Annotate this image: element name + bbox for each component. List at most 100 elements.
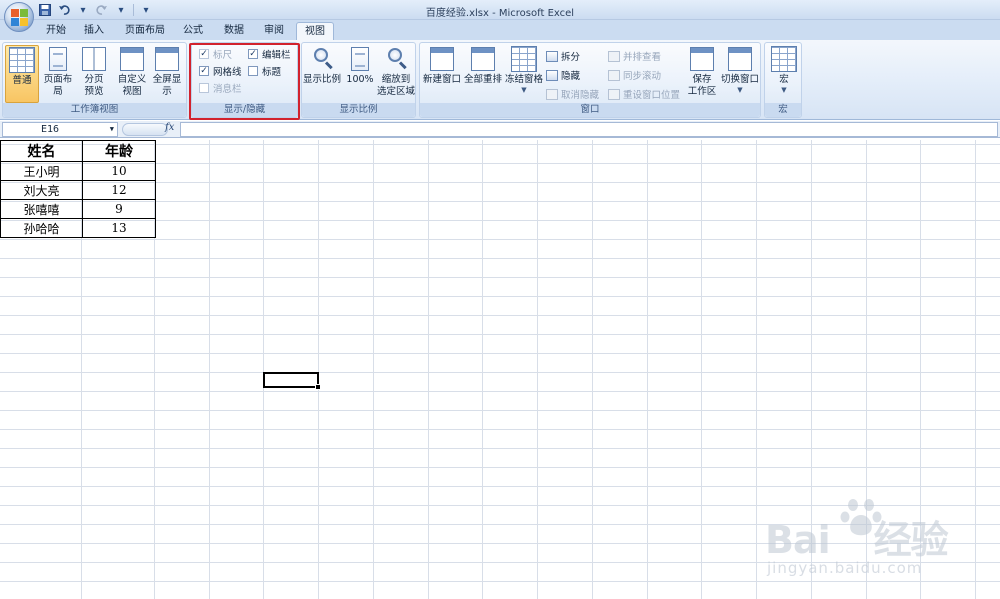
ribbon: 普通 页面布局 分页 预览 自定义 视图 全屏显示 工作簿视图 ✓ 标尺 ✓ 编… xyxy=(0,40,1000,120)
custom-views-button[interactable]: 自定义 视图 xyxy=(115,45,149,103)
zoom-button[interactable]: 显示比例 xyxy=(303,45,341,103)
cell[interactable]: 王小明 xyxy=(0,161,83,181)
side-by-side-button[interactable]: 并排查看 xyxy=(608,49,661,63)
group-label: 窗口 xyxy=(420,103,760,117)
insert-function-icon[interactable]: fx xyxy=(165,122,174,133)
sync-scroll-button[interactable]: 同步滚动 xyxy=(608,68,661,82)
table-row: 孙哈哈 13 xyxy=(0,218,156,238)
tab-insert[interactable]: 插入 xyxy=(76,22,112,40)
unhide-icon xyxy=(546,88,558,100)
switch-windows-icon xyxy=(728,47,752,71)
split-button[interactable]: 拆分 xyxy=(546,49,580,63)
split-icon xyxy=(546,50,558,62)
full-screen-icon xyxy=(155,47,179,71)
gridline xyxy=(209,140,210,599)
chevron-down-icon: ▼ xyxy=(781,86,787,94)
header-cell-age[interactable]: 年龄 xyxy=(82,140,156,162)
page-layout-view-button[interactable]: 页面布局 xyxy=(41,45,75,103)
zoom-100-button[interactable]: 100% xyxy=(343,45,377,103)
reset-position-icon xyxy=(608,88,620,100)
data-table: 姓名 年龄 王小明 10 刘大亮 12 张嘻嘻 9 孙哈哈 13 xyxy=(0,140,156,238)
zoom-selection-icon xyxy=(388,48,402,62)
group-label: 工作簿视图 xyxy=(3,103,186,117)
tab-page-layout[interactable]: 页面布局 xyxy=(117,22,173,40)
reset-window-position-button[interactable]: 重设窗口位置 xyxy=(608,87,680,101)
group-macros: 宏 ▼ 宏 xyxy=(764,42,802,118)
tab-home[interactable]: 开始 xyxy=(38,22,74,40)
macros-icon xyxy=(771,46,797,72)
sync-scroll-icon xyxy=(608,69,620,81)
office-logo-icon xyxy=(10,8,28,26)
cell[interactable]: 12 xyxy=(82,180,156,200)
cell[interactable]: 张嘻嘻 xyxy=(0,199,83,219)
group-zoom: 显示比例 100% 缩放到 选定区域 显示比例 xyxy=(301,42,416,118)
table-row: 张嘻嘻 9 xyxy=(0,199,156,219)
gridline xyxy=(428,140,429,599)
page-break-icon xyxy=(82,47,106,71)
hide-icon xyxy=(546,69,558,81)
cell[interactable]: 孙哈哈 xyxy=(0,218,83,238)
arrange-all-button[interactable]: 全部重排 xyxy=(463,45,503,103)
tab-view[interactable]: 视图 xyxy=(296,22,334,40)
active-cell-e16[interactable] xyxy=(263,372,321,390)
office-button[interactable] xyxy=(4,2,34,32)
gridline xyxy=(592,140,593,599)
zoom-100-icon xyxy=(351,47,369,71)
new-window-button[interactable]: 新建窗口 xyxy=(422,45,462,103)
switch-windows-button[interactable]: 切换窗口 ▼ xyxy=(720,45,760,103)
gridline xyxy=(263,140,264,599)
cell[interactable]: 刘大亮 xyxy=(0,180,83,200)
chevron-down-icon: ▼ xyxy=(521,86,527,94)
magnifier-icon xyxy=(314,48,328,62)
chevron-down-icon[interactable]: ▼ xyxy=(110,123,114,136)
group-window: 新建窗口 全部重排 冻结窗格 ▼ 拆分 隐藏 取消隐藏 并排查看 同步滚动 重设… xyxy=(419,42,761,118)
hide-button[interactable]: 隐藏 xyxy=(546,68,580,82)
unhide-button[interactable]: 取消隐藏 xyxy=(546,87,599,101)
save-workspace-icon xyxy=(690,47,714,71)
group-label: 显示比例 xyxy=(302,103,415,117)
tab-data[interactable]: 数据 xyxy=(216,22,252,40)
name-box[interactable]: E16 ▼ xyxy=(2,122,118,137)
gridline xyxy=(537,140,538,599)
freeze-panes-icon xyxy=(511,46,537,72)
gridline xyxy=(482,140,483,599)
title-bar: ▾ ▾ ▾ 百度经验.xlsx - Microsoft Excel xyxy=(0,0,1000,20)
gridline xyxy=(756,140,757,599)
chevron-down-icon: ▼ xyxy=(737,86,743,94)
page-break-preview-button[interactable]: 分页 预览 xyxy=(77,45,111,103)
custom-views-icon xyxy=(120,47,144,71)
group-workbook-views: 普通 页面布局 分页 预览 自定义 视图 全屏显示 工作簿视图 xyxy=(2,42,187,118)
normal-view-icon xyxy=(9,47,35,73)
new-window-icon xyxy=(430,47,454,71)
baidu-watermark: Bai 经验 jingyan.baidu.com xyxy=(765,495,990,585)
cell[interactable]: 9 xyxy=(82,199,156,219)
zoom-to-selection-button[interactable]: 缩放到 选定区域 xyxy=(376,45,416,103)
group-label: 宏 xyxy=(765,103,801,117)
gridline xyxy=(373,140,374,599)
table-row: 王小明 10 xyxy=(0,161,156,181)
watermark-url: jingyan.baidu.com xyxy=(767,559,923,577)
cell[interactable]: 10 xyxy=(82,161,156,181)
formula-bar-splitter[interactable] xyxy=(122,123,168,136)
formula-bar: E16 ▼ fx xyxy=(0,121,1000,138)
window-title: 百度经验.xlsx - Microsoft Excel xyxy=(425,8,575,19)
side-by-side-icon xyxy=(608,50,620,62)
cell[interactable]: 13 xyxy=(82,218,156,238)
freeze-panes-button[interactable]: 冻结窗格 ▼ xyxy=(504,45,544,103)
paw-icon xyxy=(840,499,882,536)
gridline xyxy=(701,140,702,599)
page-layout-icon xyxy=(49,47,67,71)
gridline xyxy=(647,140,648,599)
normal-view-button[interactable]: 普通 xyxy=(5,45,39,103)
table-row: 刘大亮 12 xyxy=(0,180,156,200)
save-workspace-button[interactable]: 保存 工作区 xyxy=(684,45,720,103)
full-screen-button[interactable]: 全屏显示 xyxy=(150,45,184,103)
tab-formulas[interactable]: 公式 xyxy=(175,22,211,40)
arrange-all-icon xyxy=(471,47,495,71)
tab-review[interactable]: 审阅 xyxy=(256,22,292,40)
macros-button[interactable]: 宏 ▼ xyxy=(767,45,801,103)
highlight-annotation xyxy=(189,43,300,120)
header-cell-name[interactable]: 姓名 xyxy=(0,140,83,162)
formula-input[interactable] xyxy=(180,122,998,137)
table-header-row: 姓名 年龄 xyxy=(0,140,156,162)
